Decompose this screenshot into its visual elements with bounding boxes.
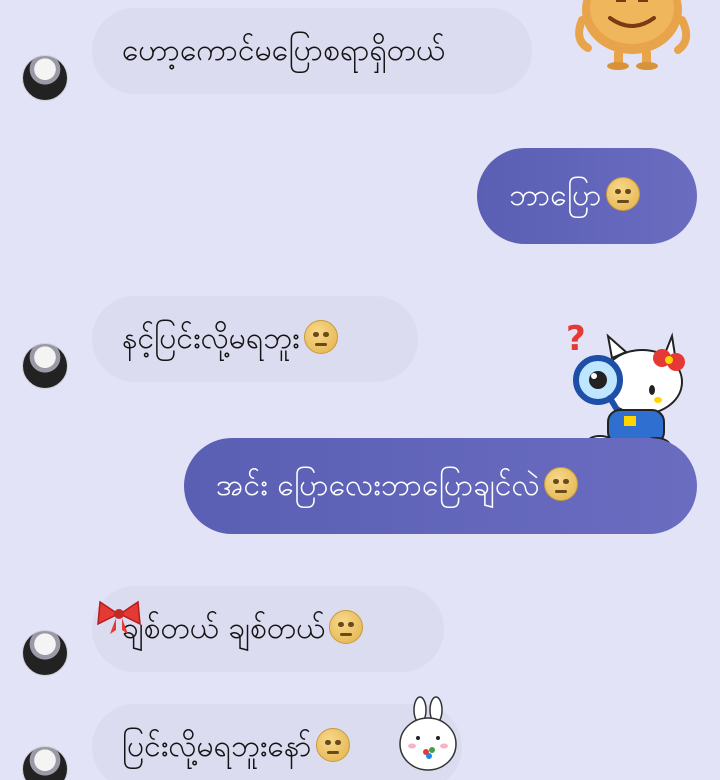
message-bubble-outgoing[interactable]: အင်း ပြောလေးဘာပြောချင်လဲ (184, 438, 697, 534)
expressionless-emoji-icon (315, 728, 350, 762)
message-text: အင်း ပြောလေးဘာပြောချင်လဲ (216, 468, 540, 503)
svg-text:?: ? (566, 319, 586, 359)
rolling-eyes-emoji-icon (329, 610, 364, 644)
message-bubble-outgoing[interactable]: ဘာပြော (477, 148, 697, 244)
message-text: ချစ်တယ် ချစ်တယ် (122, 611, 326, 646)
message-bubble-incoming[interactable]: ချစ်တယ် ချစ်တယ် (92, 586, 444, 672)
chat-conversation: ဟော့ကောင်မပြောစရာရှိတယ် ဘာပြော နင့်ပြင်း… (0, 0, 720, 780)
message-bubble-incoming[interactable]: နင့်ပြင်းလို့မရဘူး (92, 296, 418, 382)
message-text: နင့်ပြင်းလို့မရဘူး (122, 321, 300, 356)
avatar[interactable] (22, 746, 68, 780)
avatar[interactable] (22, 630, 68, 676)
message-text: ပြင်းလို့မရဘူးနော် (122, 729, 312, 764)
unamused-emoji-icon (543, 467, 578, 501)
rolling-eyes-emoji-icon (605, 177, 640, 211)
message-bubble-incoming[interactable]: ဟော့ကောင်မပြောစရာရှိတယ် (92, 8, 532, 94)
red-bow-sticker (97, 600, 141, 634)
avatar[interactable] (22, 55, 68, 101)
message-text: ဘာပြော (509, 178, 602, 213)
hello-kitty-magnifier-sticker: ? (566, 319, 685, 455)
expressionless-emoji-icon (303, 320, 338, 354)
message-text: ဟော့ကောင်မပြောစရာရှိတယ် (122, 33, 446, 68)
avatar[interactable] (22, 343, 68, 389)
white-bunny-sticker (399, 696, 457, 771)
cartoon-potato-sticker (575, 0, 691, 70)
